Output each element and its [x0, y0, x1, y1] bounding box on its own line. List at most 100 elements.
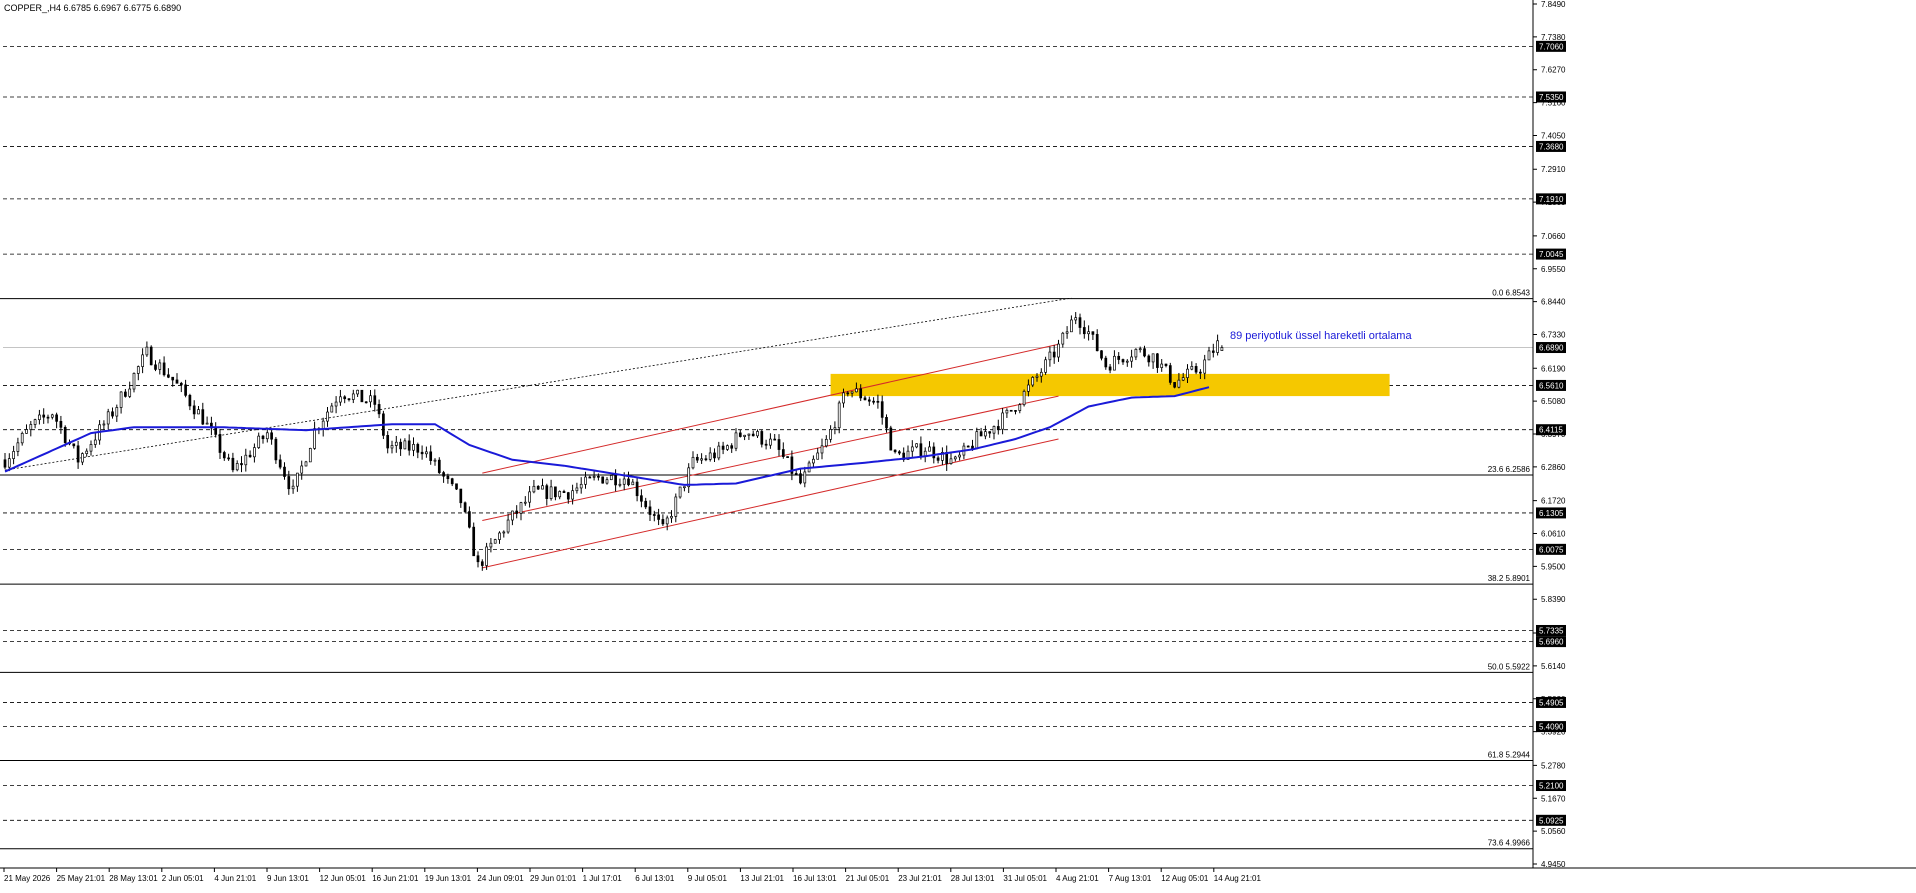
candle-body: [38, 414, 41, 421]
candle-body: [1070, 319, 1073, 333]
candle-body: [175, 379, 179, 384]
candle-body: [416, 444, 420, 453]
candle-body: [33, 419, 37, 425]
candle-body: [270, 432, 273, 440]
price-tick-label: 6.5080: [1541, 397, 1566, 406]
candle-body: [1168, 365, 1172, 383]
price-tick-label: 7.2910: [1541, 165, 1566, 174]
price-tick-label: 7.0660: [1541, 232, 1566, 241]
candle-body: [910, 446, 914, 452]
candle-body: [730, 445, 734, 449]
candle-body: [1039, 371, 1043, 377]
candle-body: [76, 445, 80, 463]
candle-body: [248, 454, 252, 458]
candle-body: [928, 446, 931, 452]
candle-body: [429, 451, 433, 461]
candle-body: [472, 526, 476, 557]
candle-body: [287, 476, 291, 490]
candle-body: [498, 532, 501, 540]
candle-body: [25, 429, 28, 434]
candle-body: [351, 393, 355, 400]
candle-body: [880, 401, 884, 418]
candle-body: [1194, 366, 1198, 373]
candle-body: [726, 445, 729, 450]
candle-body: [476, 555, 480, 563]
candle-body: [141, 354, 144, 367]
price-tick-label: 6.1720: [1541, 497, 1566, 506]
candle-body: [1048, 351, 1052, 361]
candle-body: [437, 459, 441, 473]
candle-body: [231, 457, 235, 471]
fib-label: 23.6 6.2586: [1488, 465, 1531, 474]
candle-body: [996, 426, 1000, 430]
candle-body: [1095, 334, 1099, 352]
candle-body: [403, 440, 407, 450]
level-price-label-text: 7.0045: [1539, 250, 1564, 259]
candle-body: [1117, 355, 1121, 360]
candle-body: [455, 483, 458, 490]
candle-body: [622, 478, 626, 485]
candle-body: [330, 405, 334, 413]
candle-body: [751, 433, 755, 437]
price-chart[interactable]: 0.0 6.8543 23.6 6.2586 38.2 5.8901 50.0 5.5…: [0, 0, 1916, 888]
candle-body: [1022, 390, 1026, 406]
candle-body: [1065, 331, 1069, 334]
time-tick-label: 4 Jun 21:01: [214, 874, 256, 883]
candle-body: [420, 451, 424, 455]
candle-body: [657, 514, 660, 520]
candle-body: [511, 510, 514, 521]
candle-body: [240, 463, 243, 466]
candle-body: [691, 456, 695, 469]
candle-body: [1203, 359, 1207, 374]
candle-body: [1074, 317, 1078, 321]
candle-body: [308, 448, 312, 463]
candle-body: [979, 431, 983, 437]
time-tick-label: 23 Jul 21:01: [898, 874, 942, 883]
candle-body: [769, 438, 772, 446]
candle-body: [644, 500, 648, 508]
chart-canvas: 0.0 6.8543 23.6 6.2586 38.2 5.8901 50.0 5.5…: [0, 0, 1916, 888]
candle-body: [399, 441, 402, 450]
candle-body: [506, 519, 510, 533]
candle-body: [898, 451, 901, 454]
candle-body: [661, 519, 665, 525]
time-tick-label: 28 Jul 13:01: [951, 874, 995, 883]
candle-body: [313, 428, 316, 449]
candle-body: [1130, 356, 1133, 362]
time-tick-label: 2 Jun 05:01: [162, 874, 204, 883]
candle-body: [124, 391, 127, 397]
candle-body: [132, 373, 136, 390]
candle-body: [489, 542, 493, 548]
current-price-label-text: 6.6890: [1539, 344, 1564, 353]
candle-body: [867, 399, 871, 402]
candle-body: [1134, 348, 1138, 358]
candle-body: [618, 483, 622, 486]
candle-body: [971, 445, 974, 449]
candle-body: [222, 452, 226, 459]
fib-label: 38.2 5.8901: [1488, 574, 1531, 583]
candle-body: [554, 486, 557, 498]
candle-body: [648, 506, 652, 515]
candle-body: [235, 463, 239, 471]
candle-body: [253, 447, 256, 458]
candle-body: [369, 395, 372, 403]
time-tick-label: 31 Jul 05:01: [1003, 874, 1047, 883]
candle-body: [1044, 359, 1047, 373]
candle-body: [713, 452, 716, 459]
candle-body: [63, 426, 67, 443]
time-tick-label: 28 May 13:01: [109, 874, 158, 883]
candle-body: [50, 414, 54, 418]
candle-body: [652, 514, 656, 516]
candle-body: [605, 479, 609, 484]
time-tick-label: 13 Jul 21:01: [740, 874, 784, 883]
time-tick-label: 25 May 21:01: [57, 874, 106, 883]
fib-label: 73.6 4.9966: [1488, 839, 1531, 848]
level-price-label-text: 5.0925: [1539, 816, 1564, 825]
candle-body: [958, 454, 961, 458]
level-price-label-text: 7.7060: [1539, 42, 1564, 51]
price-tick-label: 5.0560: [1541, 827, 1566, 836]
candle-body: [738, 432, 742, 437]
candle-body: [584, 476, 587, 485]
candle-body: [46, 416, 50, 419]
candle-body: [149, 346, 153, 366]
